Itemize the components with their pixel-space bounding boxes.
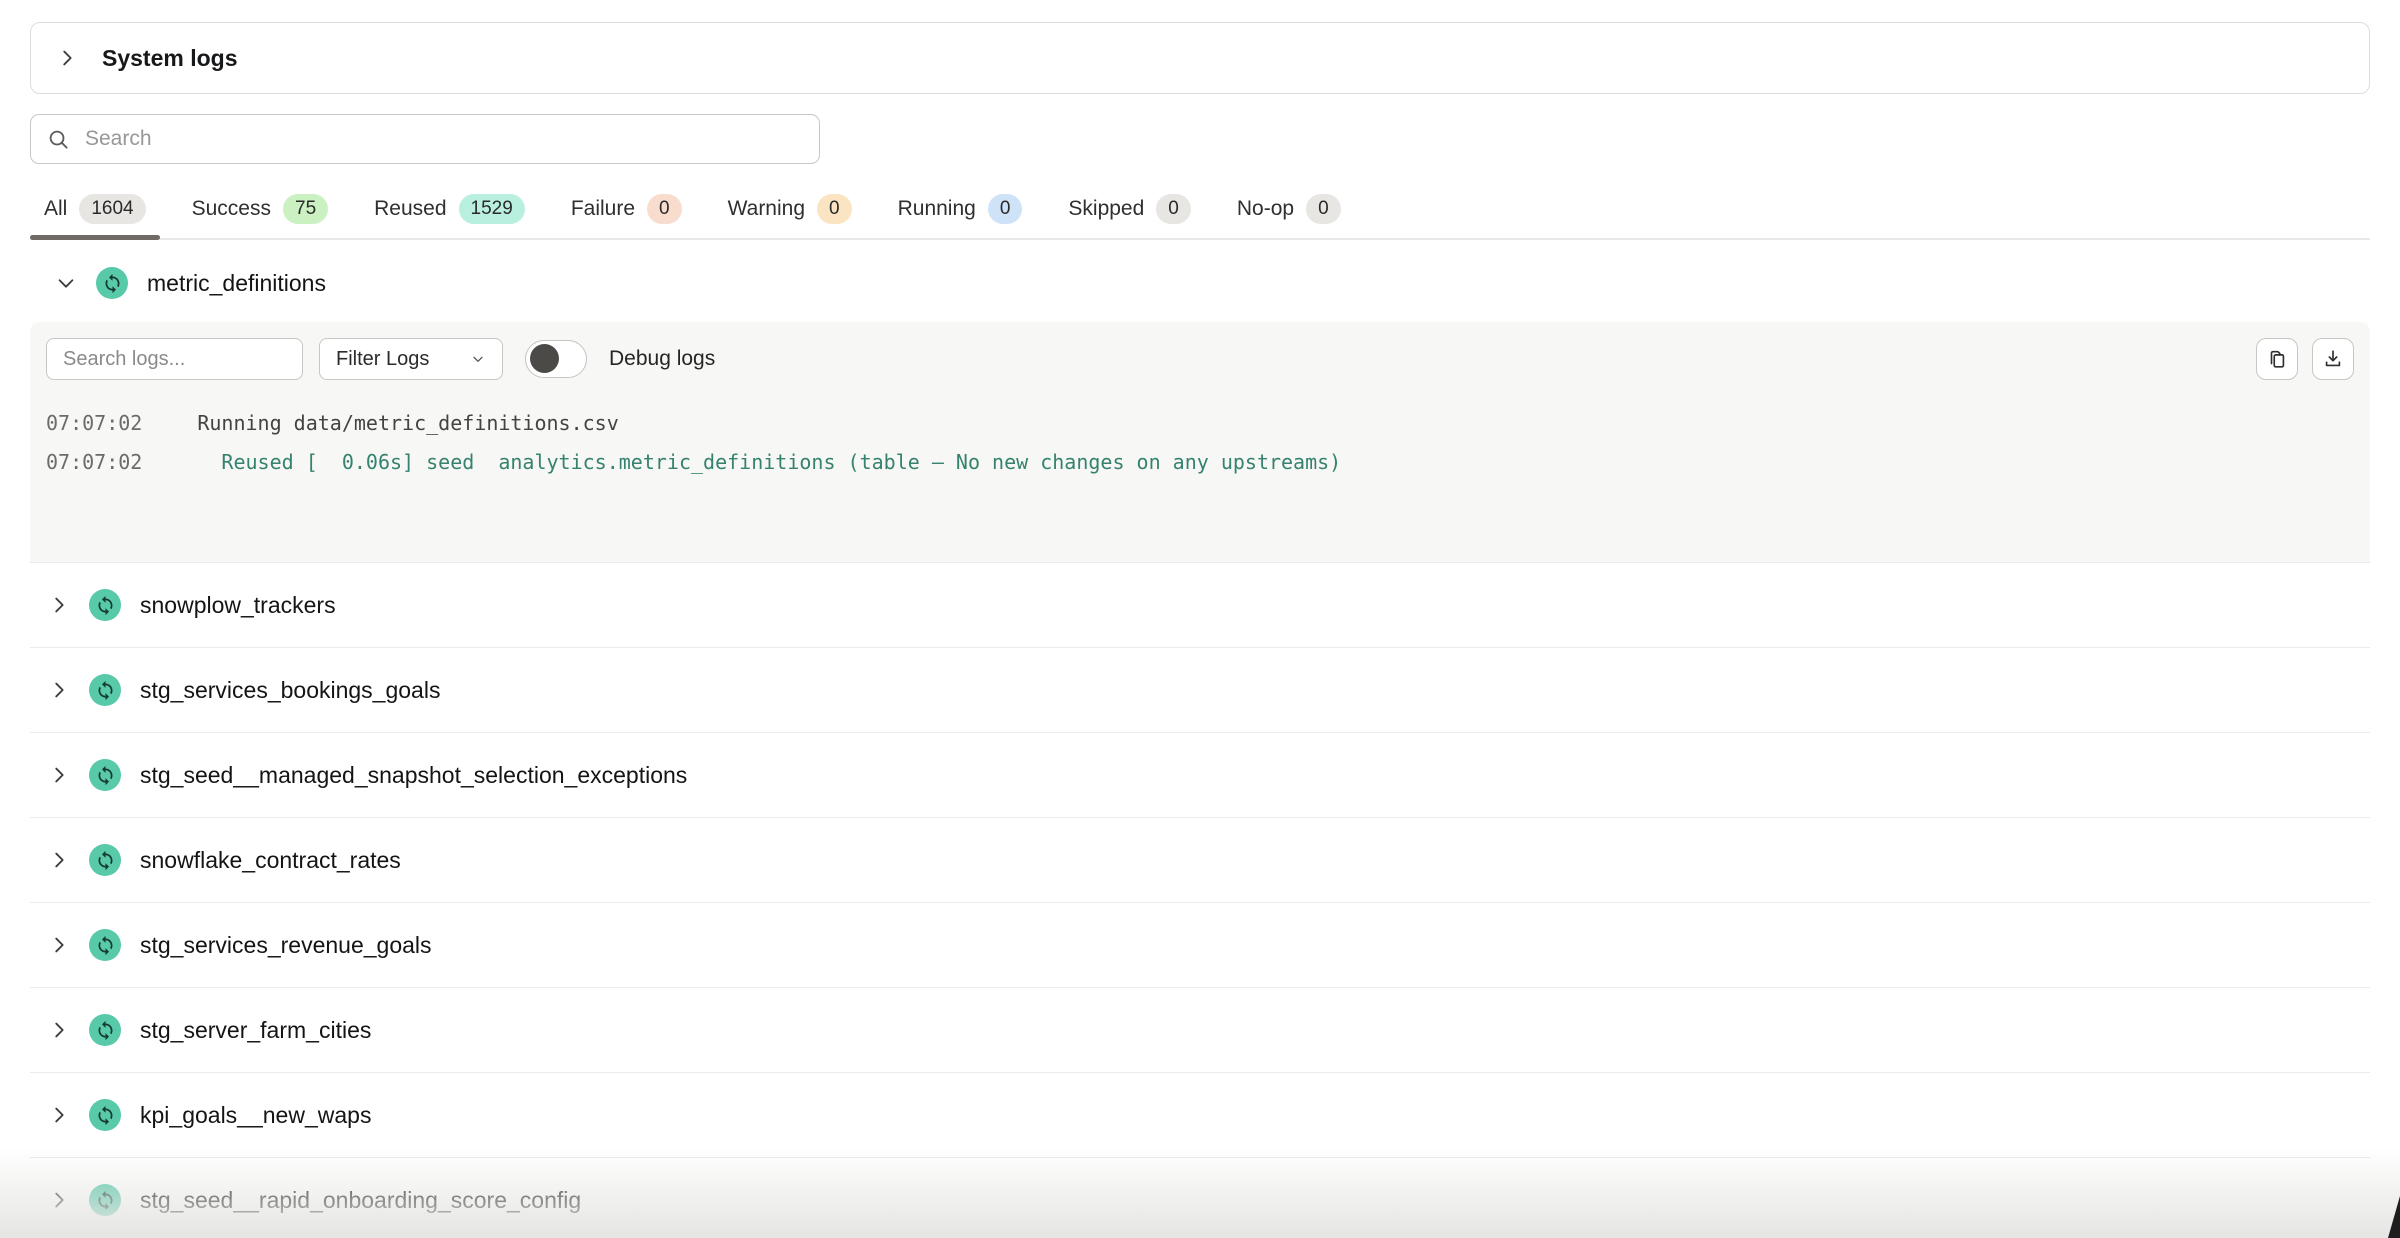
section-list: snowplow_trackers stg_services_bookings_…: [30, 562, 2370, 1238]
status-tab[interactable]: Success 75: [178, 188, 343, 238]
sync-icon: [89, 674, 121, 706]
debug-logs-toggle[interactable]: [525, 340, 587, 378]
system-logs-header[interactable]: System logs: [30, 22, 2370, 94]
sync-icon: [89, 1184, 121, 1216]
filter-logs-label: Filter Logs: [336, 348, 429, 371]
log-message: Running data/metric_definitions.csv: [197, 411, 618, 435]
tab-count-badge: 0: [817, 194, 852, 224]
section-row-label: stg_server_farm_cities: [140, 1017, 371, 1044]
chevron-right-icon: [48, 849, 70, 871]
section-row-label: stg_services_bookings_goals: [140, 677, 440, 704]
section-row-label: stg_seed__rapid_onboarding_score_config: [140, 1187, 581, 1214]
section-row[interactable]: stg_server_farm_cities: [30, 987, 2370, 1072]
sync-icon: [89, 844, 121, 876]
log-toolbar: Filter Logs Debug logs: [46, 338, 2354, 380]
section-row[interactable]: snowplow_trackers: [30, 562, 2370, 647]
toggle-knob: [530, 344, 559, 373]
status-tab[interactable]: No-op 0: [1223, 188, 1355, 238]
chevron-down-icon: [470, 351, 486, 367]
sync-icon: [89, 1099, 121, 1131]
status-tab[interactable]: Failure 0: [557, 188, 696, 238]
status-tab[interactable]: Skipped 0: [1054, 188, 1204, 238]
status-tab[interactable]: All 1604: [30, 188, 160, 238]
log-search-input[interactable]: [46, 338, 303, 380]
tab-count-badge: 0: [1156, 194, 1191, 224]
chevron-right-icon: [48, 1104, 70, 1126]
tab-label: Warning: [728, 197, 805, 221]
section-row-label: snowplow_trackers: [140, 592, 336, 619]
section-row-label: stg_services_revenue_goals: [140, 932, 432, 959]
sync-icon: [96, 267, 128, 299]
chevron-right-icon: [48, 679, 70, 701]
chevron-right-icon: [48, 1189, 70, 1211]
tab-label: All: [44, 197, 67, 221]
section-row[interactable]: stg_services_bookings_goals: [30, 647, 2370, 732]
section-label: metric_definitions: [147, 270, 326, 297]
chevron-down-icon: [55, 272, 77, 294]
page-title: System logs: [102, 45, 238, 72]
log-lines: 07:07:02 Running data/metric_definitions.…: [46, 404, 2354, 482]
sync-icon: [89, 929, 121, 961]
log-timestamp: 07:07:02: [46, 450, 142, 474]
copy-logs-button[interactable]: [2256, 338, 2298, 380]
tab-label: Running: [898, 197, 976, 221]
filter-logs-select[interactable]: Filter Logs: [319, 338, 503, 380]
chevron-right-icon: [48, 934, 70, 956]
tab-count-badge: 75: [283, 194, 328, 224]
status-tab[interactable]: Reused 1529: [360, 188, 539, 238]
tab-count-badge: 0: [988, 194, 1023, 224]
chevron-right-icon: [48, 594, 70, 616]
section-row[interactable]: snowflake_contract_rates: [30, 817, 2370, 902]
download-logs-button[interactable]: [2312, 338, 2354, 380]
chevron-right-icon: [56, 47, 78, 69]
tab-label: Failure: [571, 197, 635, 221]
section-row[interactable]: stg_services_revenue_goals: [30, 902, 2370, 987]
tab-count-badge: 1604: [79, 194, 145, 224]
status-tab[interactable]: Running 0: [884, 188, 1037, 238]
chevron-right-icon: [48, 1019, 70, 1041]
section-row[interactable]: kpi_goals__new_waps: [30, 1072, 2370, 1157]
sync-icon: [89, 759, 121, 791]
status-tabs: All 1604 Success 75 Reused 1529 Failure …: [30, 188, 2370, 240]
sync-icon: [89, 589, 121, 621]
log-line: 07:07:02 Running data/metric_definitions.…: [46, 404, 2354, 443]
tab-label: Reused: [374, 197, 446, 221]
log-line: 07:07:02 Reused [ 0.06s] seed analytics.…: [46, 443, 2354, 482]
tab-label: No-op: [1237, 197, 1294, 221]
tab-count-badge: 1529: [459, 194, 525, 224]
search-input[interactable]: [85, 127, 803, 151]
copy-icon: [2266, 348, 2288, 370]
tab-count-badge: 0: [1306, 194, 1341, 224]
section-row-label: snowflake_contract_rates: [140, 847, 401, 874]
tab-count-badge: 0: [647, 194, 682, 224]
global-search: [30, 114, 820, 164]
section-row-label: stg_seed__managed_snapshot_selection_exc…: [140, 762, 687, 789]
cursor-artifact: [2388, 1196, 2400, 1238]
section-header-metric-definitions[interactable]: metric_definitions: [30, 250, 2370, 316]
search-icon: [47, 128, 70, 151]
tab-label: Skipped: [1068, 197, 1144, 221]
download-icon: [2322, 348, 2344, 370]
debug-logs-label: Debug logs: [609, 347, 715, 371]
log-panel: Filter Logs Debug logs 07:07:02Ru: [30, 322, 2370, 562]
log-timestamp: 07:07:02: [46, 411, 142, 435]
tab-label: Success: [192, 197, 271, 221]
section-row[interactable]: stg_seed__managed_snapshot_selection_exc…: [30, 732, 2370, 817]
section-row-label: kpi_goals__new_waps: [140, 1102, 371, 1129]
log-message: Reused [ 0.06s] seed analytics.metric_de…: [197, 450, 1341, 474]
status-tab[interactable]: Warning 0: [714, 188, 866, 238]
chevron-right-icon: [48, 764, 70, 786]
system-logs-page: System logs All 1604 Success 75 Reused 1…: [0, 0, 2400, 1238]
sync-icon: [89, 1014, 121, 1046]
section-row[interactable]: stg_seed__rapid_onboarding_score_config: [30, 1157, 2370, 1238]
